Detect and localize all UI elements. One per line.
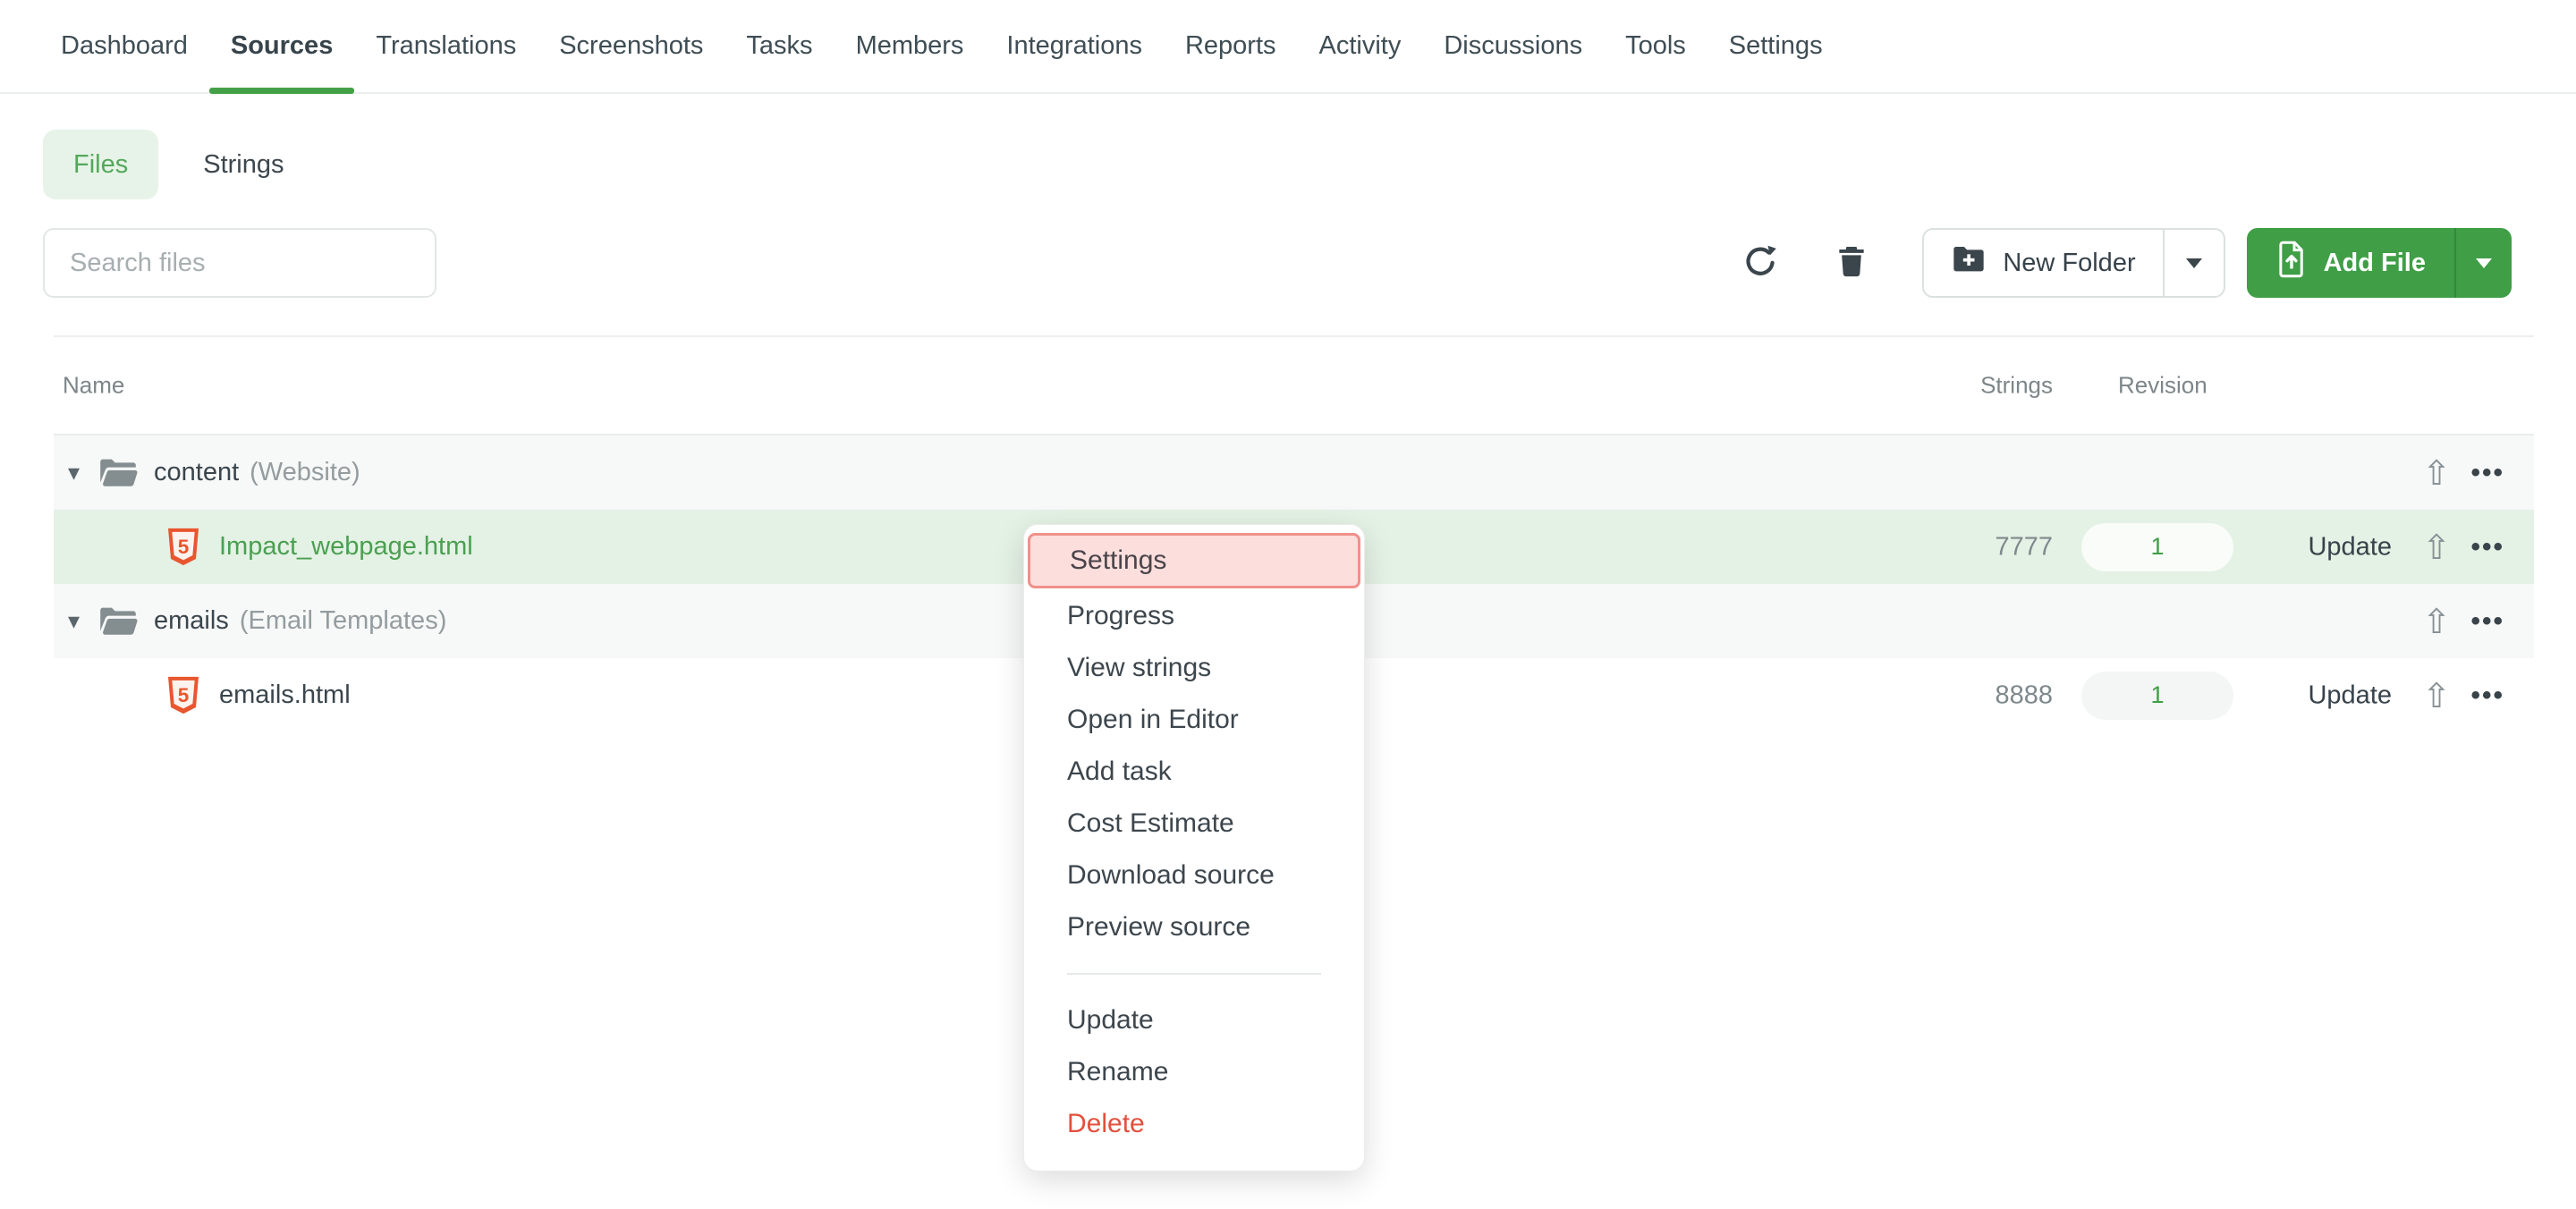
chevron-down-icon (2186, 258, 2202, 268)
folder-name[interactable]: content (154, 458, 239, 487)
nav-item-reports[interactable]: Reports (1164, 0, 1298, 92)
folder-icon (98, 456, 138, 489)
chevron-down-icon (2476, 258, 2492, 268)
nav-item-members[interactable]: Members (835, 0, 986, 92)
new-folder-button-group: New Folder (1922, 228, 2224, 298)
update-link[interactable]: Update (2308, 681, 2392, 710)
collapse-caret-icon[interactable]: ▾ (68, 459, 98, 486)
svg-text:5: 5 (178, 683, 190, 706)
html5-file-icon: 5 (165, 675, 201, 716)
column-header-name: Name (63, 372, 124, 400)
nav-item-tools[interactable]: Tools (1604, 0, 1707, 92)
nav-item-sources[interactable]: Sources (209, 0, 354, 92)
menu-item-download-source[interactable]: Download source (1024, 850, 1364, 901)
add-file-button[interactable]: Add File (2247, 228, 2454, 298)
nav-item-tasks[interactable]: Tasks (724, 0, 834, 92)
column-header-strings: Strings (1980, 372, 2053, 400)
upload-icon[interactable]: ⇧ (2422, 679, 2451, 713)
nav-item-translations[interactable]: Translations (354, 0, 538, 92)
update-link[interactable]: Update (2308, 532, 2392, 562)
folder-icon (98, 604, 138, 638)
file-name-cell: 5 emails.html (54, 658, 351, 732)
new-folder-dropdown-button[interactable] (2163, 230, 2224, 296)
menu-item-update[interactable]: Update (1024, 994, 1364, 1046)
revision-badge[interactable]: 1 (2081, 672, 2233, 720)
toggle-files-button[interactable]: Files (43, 130, 158, 199)
table-row-folder-content[interactable]: ▾ content (Website) ⇧ ••• (54, 435, 2534, 510)
folder-name-cell: ▾ emails (Email Templates) (54, 584, 446, 658)
refresh-icon (1741, 241, 1780, 285)
menu-item-open-in-editor[interactable]: Open in Editor (1024, 694, 1364, 746)
delete-selected-button[interactable] (1831, 238, 1872, 288)
folder-plus-icon (1951, 244, 1987, 282)
upload-icon[interactable]: ⇧ (2422, 530, 2451, 564)
menu-divider (1067, 973, 1321, 975)
trash-icon (1834, 241, 1869, 285)
menu-item-progress[interactable]: Progress (1024, 590, 1364, 642)
nav-item-screenshots[interactable]: Screenshots (538, 0, 724, 92)
menu-item-cost-estimate[interactable]: Cost Estimate (1024, 798, 1364, 850)
file-name[interactable]: emails.html (219, 681, 351, 710)
file-context-menu: Settings Progress View strings Open in E… (1023, 524, 1365, 1171)
add-file-label: Add File (2324, 249, 2426, 278)
more-actions-icon[interactable]: ••• (2470, 681, 2504, 711)
menu-item-delete[interactable]: Delete (1024, 1098, 1364, 1150)
nav-item-activity[interactable]: Activity (1298, 0, 1423, 92)
revision-badge[interactable]: 1 (2081, 523, 2233, 571)
folder-name[interactable]: emails (154, 606, 229, 636)
folder-note: (Website) (250, 458, 360, 487)
view-toggle: Files Strings (43, 130, 284, 199)
search-input[interactable] (43, 228, 436, 298)
column-header-revision: Revision (2118, 372, 2207, 400)
nav-item-sources-label: Sources (231, 31, 333, 61)
collapse-caret-icon[interactable]: ▾ (68, 607, 98, 635)
new-folder-label: New Folder (2003, 249, 2135, 278)
nav-item-integrations[interactable]: Integrations (985, 0, 1164, 92)
strings-count: 7777 (1901, 532, 2053, 562)
upload-icon[interactable]: ⇧ (2422, 456, 2451, 490)
upload-icon[interactable]: ⇧ (2422, 604, 2451, 638)
more-actions-icon[interactable]: ••• (2470, 458, 2504, 488)
refresh-button[interactable] (1740, 238, 1781, 288)
nav-item-dashboard[interactable]: Dashboard (39, 0, 209, 92)
toggle-strings-button[interactable]: Strings (203, 150, 284, 180)
file-name[interactable]: Impact_webpage.html (219, 532, 473, 562)
toolbar-actions: New Folder Add File (1740, 228, 2533, 298)
svg-text:5: 5 (178, 535, 190, 557)
table-header: Name Strings Revision (54, 337, 2534, 435)
new-folder-button[interactable]: New Folder (1924, 230, 2162, 296)
more-actions-icon[interactable]: ••• (2470, 606, 2504, 637)
top-navigation: Dashboard Sources Translations Screensho… (0, 0, 2576, 94)
menu-item-add-task[interactable]: Add task (1024, 746, 1364, 798)
folder-note: (Email Templates) (240, 606, 447, 636)
menu-item-settings[interactable]: Settings (1028, 533, 1360, 588)
file-upload-icon (2275, 241, 2308, 285)
nav-item-settings[interactable]: Settings (1707, 0, 1844, 92)
more-actions-icon[interactable]: ••• (2470, 532, 2504, 562)
menu-item-preview-source[interactable]: Preview source (1024, 901, 1364, 953)
strings-count: 8888 (1901, 681, 2053, 710)
menu-item-view-strings[interactable]: View strings (1024, 642, 1364, 694)
add-file-dropdown-button[interactable] (2454, 228, 2512, 298)
file-name-cell: 5 Impact_webpage.html (54, 510, 473, 584)
folder-name-cell: ▾ content (Website) (54, 435, 360, 510)
nav-item-discussions[interactable]: Discussions (1422, 0, 1604, 92)
active-tab-underline (209, 88, 354, 94)
menu-item-rename[interactable]: Rename (1024, 1046, 1364, 1098)
html5-file-icon: 5 (165, 527, 201, 568)
add-file-button-group: Add File (2247, 228, 2512, 298)
